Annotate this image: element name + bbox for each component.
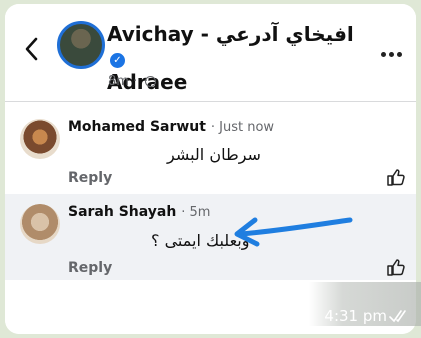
globe-icon [145, 76, 157, 87]
header-divider [5, 101, 416, 102]
commenter-name-line: Mohamed Sarwut · Just now [68, 119, 275, 135]
double-check-icon [389, 310, 406, 323]
reply-button[interactable]: Reply [68, 260, 112, 276]
blue-arrow-annotation [234, 217, 353, 247]
commenter-name-line: Sarah Shayah · 5m [68, 204, 211, 220]
comment-text: سرطان البشر [167, 145, 261, 164]
message-time: 4:31 pm [324, 307, 387, 325]
post-header: Avichay - افيخاي آدرعي✓ Adraee 8m · [5, 4, 416, 96]
commenter-avatar[interactable] [20, 204, 60, 244]
chevron-left-icon[interactable] [21, 34, 43, 64]
post-timestamp: 8m [108, 74, 129, 89]
comment-time: 5m [189, 205, 211, 220]
author-name-arabic: افيخاي آدرعي [215, 22, 354, 46]
more-dots-icon[interactable] [378, 42, 402, 61]
author-avatar[interactable] [57, 21, 105, 69]
commenter-avatar[interactable] [20, 119, 60, 159]
author-name-separator: - [200, 22, 209, 46]
comment-item: Mohamed Sarwut · Just now سرطان البشر Re… [5, 109, 416, 194]
post-time-line: 8m · [108, 74, 157, 89]
verified-badge-icon: ✓ [110, 53, 125, 68]
comment-time: Just now [219, 120, 275, 135]
commenter-name[interactable]: Sarah Shayah [68, 204, 176, 220]
thumbs-up-icon[interactable] [386, 257, 406, 277]
reply-button[interactable]: Reply [68, 170, 112, 186]
commenter-name[interactable]: Mohamed Sarwut [68, 119, 206, 135]
author-name-latin-1: Avichay [107, 22, 194, 46]
thumbs-up-icon[interactable] [386, 167, 406, 187]
